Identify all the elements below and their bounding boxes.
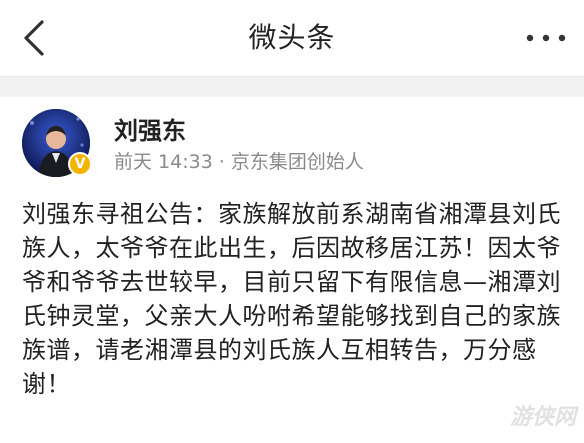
author-name[interactable]: 刘强东 (114, 111, 186, 146)
meta-separator: · (218, 151, 225, 173)
post-content[interactable]: 刘强东寻祖公告：家族解放前系湖南省湘潭县刘氏族人，太爷爷在此出生，后因故移居江苏… (22, 197, 568, 401)
section-divider (0, 77, 584, 97)
author-title: 京东集团创始人 (230, 151, 364, 173)
more-button[interactable] (524, 18, 568, 58)
page-title: 微头条 (248, 21, 336, 54)
more-dots-icon (526, 34, 566, 42)
watermark: 游侠网 (509, 405, 576, 430)
post-card: V 刘强东 前天 14:33 · 京东集团创始人 刘强东寻祖公告：家族解放前系湖南省… (0, 97, 584, 443)
verified-v-icon: V (68, 152, 92, 176)
post-time: 前天 14:33 (114, 151, 213, 173)
top-nav-bar: 微头条 (0, 0, 584, 77)
post-meta: 前天 14:33 · 京东集团创始人 (114, 147, 364, 174)
